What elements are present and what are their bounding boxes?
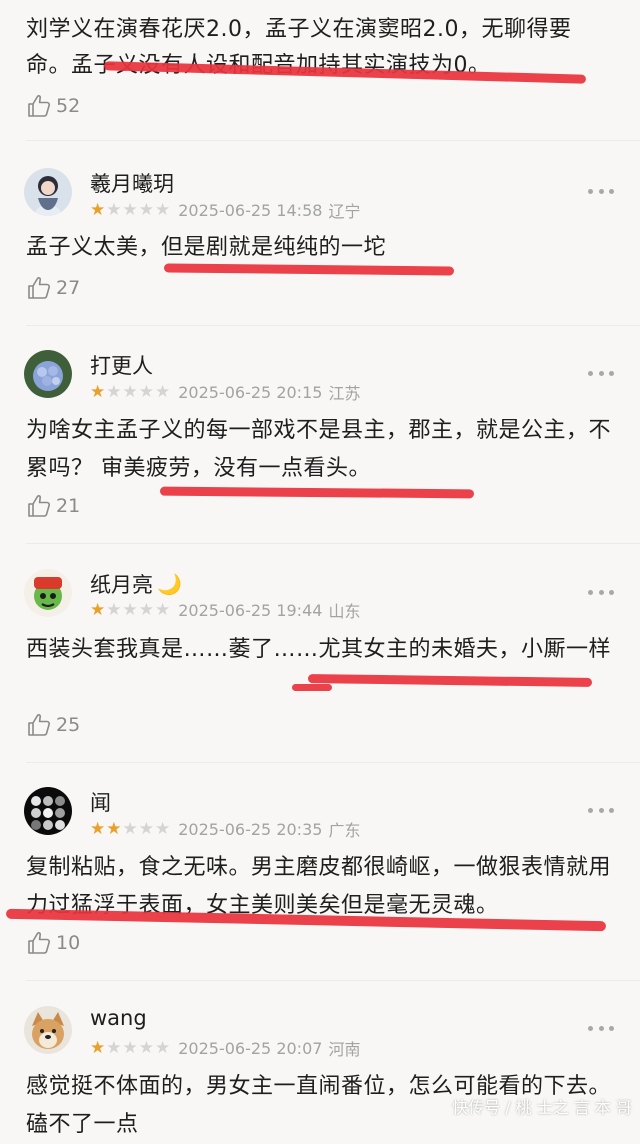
star-icon: ★ (106, 599, 122, 620)
star-icon: ★ (138, 818, 154, 839)
more-icon[interactable] (588, 803, 614, 817)
avatar[interactable] (24, 569, 72, 617)
comment-location: 广东 (328, 821, 361, 840)
star-icon: ★ (138, 1037, 154, 1058)
star-icon: ★ (106, 381, 122, 402)
star-icon: ★ (138, 599, 154, 620)
like-button[interactable]: 52 (26, 92, 80, 120)
avatar[interactable] (24, 1006, 72, 1054)
comment-location: 河南 (328, 1040, 361, 1059)
like-count: 21 (56, 495, 81, 517)
star-icon: ★ (90, 818, 106, 839)
star-icon: ★ (90, 1037, 106, 1058)
star-icon: ★ (90, 381, 106, 402)
star-icon: ★ (155, 818, 171, 839)
star-icon: ★ (106, 818, 122, 839)
star-icon: ★ (155, 381, 171, 402)
divider (26, 980, 640, 981)
like-count: 10 (56, 932, 81, 954)
comment-meta: ★ ★ ★ ★ ★ 2025-06-25 20:15 江苏 (90, 381, 361, 404)
more-icon[interactable] (588, 366, 614, 380)
comment-meta: ★ ★ ★ ★ ★ 2025-06-25 20:35 广东 (90, 818, 361, 841)
rating-stars: ★ ★ ★ ★ ★ (90, 818, 171, 839)
star-icon: ★ (155, 199, 171, 220)
star-icon: ★ (122, 199, 138, 220)
divider (26, 543, 640, 544)
rating-stars: ★ ★ ★ ★ ★ (90, 199, 171, 220)
like-button[interactable]: 21 (26, 492, 80, 520)
star-icon: ★ (122, 599, 138, 620)
comment-text: 西装头套我真是……萎了……尤其女主的未婚夫，小厮一样 (26, 637, 612, 662)
like-button[interactable]: 10 (26, 929, 80, 957)
like-button[interactable]: 25 (26, 711, 80, 739)
comment-location: 辽宁 (328, 202, 361, 221)
comment-meta: ★ ★ ★ ★ ★ 2025-06-25 14:58 辽宁 (90, 199, 361, 222)
highlight-underline (307, 674, 593, 687)
avatar[interactable] (24, 350, 72, 398)
thumbs-up-icon (26, 493, 52, 519)
moon-emoji: 🌙 (157, 572, 182, 596)
highlight-underline (163, 263, 455, 276)
divider (26, 325, 640, 326)
comment-date: 2025-06-25 14:58 (178, 200, 323, 220)
rating-stars: ★ ★ ★ ★ ★ (90, 381, 171, 402)
more-icon[interactable] (588, 585, 614, 599)
star-icon: ★ (122, 1037, 138, 1058)
comment-date: 2025-06-25 20:07 (178, 1038, 323, 1058)
star-icon: ★ (90, 199, 106, 220)
user-name[interactable]: 打更人 (90, 350, 153, 380)
more-icon[interactable] (588, 1021, 614, 1035)
comment-text: 为啥女主孟子义的每一部戏不是县主，郡主，就是公主，不累吗？ 审美疲劳，没有一点看… (26, 418, 612, 481)
star-icon: ★ (122, 818, 138, 839)
comment-location: 江苏 (328, 384, 361, 403)
star-icon: ★ (155, 599, 171, 620)
divider (26, 762, 640, 763)
like-count: 52 (56, 95, 81, 117)
user-name-text: 纸月亮 (90, 573, 153, 597)
user-name[interactable]: 纸月亮 🌙 (90, 569, 182, 599)
user-name[interactable]: 羲月曦玥 (90, 168, 174, 198)
like-count: 25 (56, 714, 81, 736)
thumbs-up-icon (26, 712, 52, 738)
like-count: 27 (56, 277, 81, 299)
rating-stars: ★ ★ ★ ★ ★ (90, 1037, 171, 1058)
comment-date: 2025-06-25 20:35 (178, 819, 323, 839)
comment-date: 2025-06-25 20:15 (178, 382, 323, 402)
user-name[interactable]: wang (90, 1006, 147, 1030)
highlight-underline (292, 684, 332, 691)
thumbs-up-icon (26, 930, 52, 956)
star-icon: ★ (106, 199, 122, 220)
thumbs-up-icon (26, 275, 52, 301)
star-icon: ★ (106, 1037, 122, 1058)
star-icon: ★ (122, 381, 138, 402)
like-button[interactable]: 27 (26, 274, 80, 302)
highlight-underline (159, 486, 475, 499)
star-icon: ★ (138, 381, 154, 402)
rating-stars: ★ ★ ★ ★ ★ (90, 599, 171, 620)
star-icon: ★ (90, 599, 106, 620)
comment-meta: ★ ★ ★ ★ ★ 2025-06-25 20:07 河南 (90, 1037, 361, 1060)
more-icon[interactable] (588, 184, 614, 198)
avatar[interactable] (24, 787, 72, 835)
user-name[interactable]: 闻 (90, 787, 111, 817)
comment-location: 山东 (328, 602, 361, 621)
watermark: 快传号 / 桃 士之 言 本 哥 (452, 1098, 632, 1117)
thumbs-up-icon (26, 93, 52, 119)
comment-meta: ★ ★ ★ ★ ★ 2025-06-25 19:44 山东 (90, 599, 361, 622)
star-icon: ★ (138, 199, 154, 220)
divider (26, 140, 640, 141)
star-icon: ★ (155, 1037, 171, 1058)
comment-date: 2025-06-25 19:44 (178, 600, 323, 620)
avatar[interactable] (24, 168, 72, 216)
comment-text: 孟子义太美，但是剧就是纯纯的一坨 (26, 235, 387, 260)
